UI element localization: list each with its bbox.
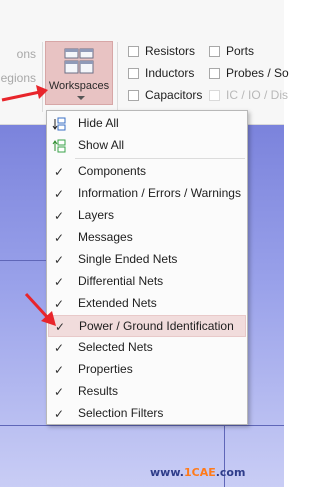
workspaces-icon bbox=[64, 48, 94, 74]
annotation-arrow-icon bbox=[1, 85, 48, 102]
menu-item-power-ground[interactable]: ✓ Power / Ground Identification bbox=[48, 315, 246, 337]
menu-item-components[interactable]: ✓ Components bbox=[48, 161, 246, 183]
ports-label: Ports bbox=[226, 44, 255, 58]
check-icon: ✓ bbox=[53, 231, 65, 245]
menu-item-label: Power / Ground Identification bbox=[79, 319, 234, 333]
grid-line bbox=[0, 260, 46, 261]
check-icon: ✓ bbox=[53, 407, 65, 421]
annotation-arrow-icon bbox=[24, 292, 56, 326]
hide-all-icon bbox=[52, 117, 66, 131]
capacitors-checkbox[interactable] bbox=[128, 90, 139, 101]
ports-checkbox[interactable] bbox=[209, 46, 220, 57]
menu-item-label: Show All bbox=[78, 138, 125, 152]
ic-io-label: IC / IO / Dis bbox=[226, 88, 289, 102]
show-all-icon bbox=[52, 139, 66, 153]
menu-separator bbox=[75, 158, 245, 159]
menu-item-layers[interactable]: ✓ Layers bbox=[48, 205, 246, 227]
menu-item-label: Components bbox=[78, 164, 147, 178]
menu-item-label: Information / Errors / Warnings bbox=[78, 186, 241, 200]
menu-item-information[interactable]: ✓ Information / Errors / Warnings bbox=[48, 183, 246, 205]
menu-item-differential-nets[interactable]: ✓ Differential Nets bbox=[48, 271, 246, 293]
menu-item-selection-filters[interactable]: ✓ Selection Filters bbox=[48, 403, 246, 425]
menu-item-label: Selection Filters bbox=[78, 406, 164, 420]
resistors-label: Resistors bbox=[145, 44, 196, 58]
inductors-label: Inductors bbox=[145, 66, 195, 80]
grid-line bbox=[0, 425, 284, 426]
menu-item-selected-nets[interactable]: ✓ Selected Nets bbox=[48, 337, 246, 359]
watermark-suffix: .com bbox=[215, 466, 246, 479]
menu-item-label: Single Ended Nets bbox=[78, 252, 178, 266]
check-icon: ✓ bbox=[53, 341, 65, 355]
menu-item-label: Hide All bbox=[78, 116, 119, 130]
menu-item-label: Extended Nets bbox=[78, 296, 157, 310]
ic-io-checkbox[interactable] bbox=[209, 90, 220, 101]
check-icon: ✓ bbox=[53, 363, 65, 377]
resistors-checkbox[interactable] bbox=[128, 46, 139, 57]
watermark: www.1CAE.com bbox=[150, 466, 245, 479]
check-icon: ✓ bbox=[53, 187, 65, 201]
probes-checkbox[interactable] bbox=[209, 68, 220, 79]
check-icon: ✓ bbox=[53, 385, 65, 399]
check-icon: ✓ bbox=[53, 209, 65, 223]
ribbon-separator bbox=[117, 42, 118, 112]
menu-item-label: Results bbox=[78, 384, 119, 398]
menu-item-hide-all[interactable]: Hide All bbox=[48, 113, 246, 135]
watermark-brand: 1CAE bbox=[183, 466, 216, 479]
menu-item-label: Messages bbox=[78, 230, 133, 244]
workspaces-menu: Hide All Show All ✓ Components ✓ Informa… bbox=[46, 110, 248, 425]
probes-label: Probes / So bbox=[226, 66, 289, 80]
watermark-prefix: www. bbox=[150, 466, 184, 479]
menu-item-label: Layers bbox=[78, 208, 115, 222]
check-icon: ✓ bbox=[53, 165, 65, 179]
menu-item-extended-nets[interactable]: ✓ Extended Nets bbox=[48, 293, 246, 315]
menu-item-label: Differential Nets bbox=[78, 274, 164, 288]
inductors-checkbox[interactable] bbox=[128, 68, 139, 79]
chevron-down-icon bbox=[77, 96, 85, 100]
capacitors-label: Capacitors bbox=[145, 88, 203, 102]
menu-item-single-ended-nets[interactable]: ✓ Single Ended Nets bbox=[48, 249, 246, 271]
menu-item-label: Properties bbox=[78, 362, 133, 376]
menu-item-results[interactable]: ✓ Results bbox=[48, 381, 246, 403]
menu-item-properties[interactable]: ✓ Properties bbox=[48, 359, 246, 381]
menu-item-show-all[interactable]: Show All bbox=[48, 135, 246, 157]
menu-item-messages[interactable]: ✓ Messages bbox=[48, 227, 246, 249]
check-icon: ✓ bbox=[53, 253, 65, 267]
check-icon: ✓ bbox=[53, 275, 65, 289]
ribbon-left-item-1[interactable]: ons bbox=[0, 42, 42, 66]
menu-item-label: Selected Nets bbox=[78, 340, 153, 354]
